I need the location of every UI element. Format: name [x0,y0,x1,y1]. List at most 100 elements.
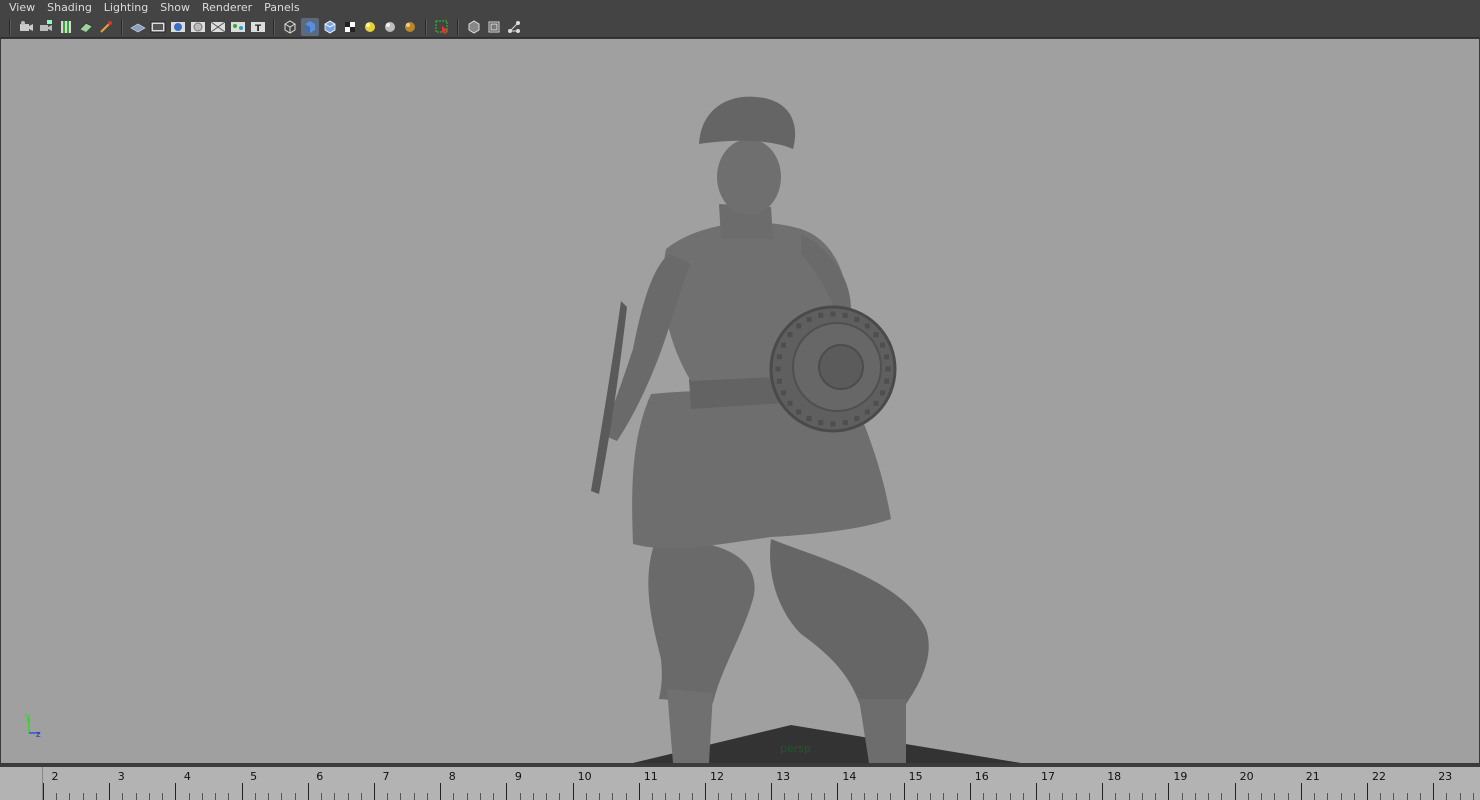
frame-tick-mark [506,783,508,800]
default-light-icon [362,19,378,35]
textured-button[interactable] [341,18,359,36]
xray-components-icon [506,19,522,35]
all-lights-button[interactable] [381,18,399,36]
safe-title-button[interactable]: T [249,18,267,36]
subframe-tick [1128,793,1130,800]
subframe-tick [1261,793,1263,800]
warrior-sculpt-model[interactable] [1,39,1480,764]
camera-select-icon [18,19,34,35]
wireframe-button[interactable] [281,18,299,36]
subframe-tick [1075,793,1077,800]
film-gate-button[interactable] [149,18,167,36]
gate-mask-button[interactable] [189,18,207,36]
frame-tick-mark [440,783,442,800]
shield-stud [854,416,860,422]
subframe-tick [824,793,826,800]
smooth-shade-button[interactable] [301,17,319,36]
perspective-viewport[interactable]: y z persp [0,38,1480,764]
frame-tick-mark [638,783,640,800]
frame-tick-mark [43,783,44,800]
subframe-tick [757,793,759,800]
frame-number: 4 [183,770,191,783]
gate-mask-icon [190,19,206,35]
frame-tick-mark [109,783,111,800]
subframe-tick [585,793,587,800]
subframe-tick [135,793,137,800]
subframe-tick [69,793,71,800]
subframe-tick [162,793,164,800]
subframe-tick [122,793,124,800]
menu-panels[interactable]: Panels [259,0,306,16]
axis-y-label: y [25,712,31,722]
camera-name-label: persp [780,742,811,755]
subframe-tick [82,793,84,800]
image-plane-button[interactable] [77,18,95,36]
xray-button[interactable] [465,18,483,36]
field-chart-button[interactable] [209,18,227,36]
xray-icon [466,19,482,35]
menu-renderer[interactable]: Renderer [197,0,259,16]
frame-number: 9 [514,770,522,783]
subframe-tick [625,793,627,800]
safe-action-button[interactable] [229,18,247,36]
shield-stud [787,400,793,406]
menu-shading[interactable]: Shading [42,0,99,16]
camera-select-button[interactable] [17,18,35,36]
shield-stud [864,323,870,329]
subframe-tick [188,793,190,800]
subframe-tick [479,793,481,800]
safe-title-icon: T [250,19,266,35]
shield-stud [806,416,812,422]
subframe-tick [1155,793,1157,800]
isolate-select-button[interactable] [433,18,451,36]
subframe-tick [784,793,786,800]
subframe-tick [1062,793,1064,800]
shield-stud [830,421,836,427]
frame-number: 19 [1173,770,1188,783]
safe-action-icon [230,19,246,35]
time-slider[interactable]: 2 3 4 5 6 7 8 9 10 11 12 13 14 15 16 17 18 19 20 21 22 23 [0,764,1480,800]
subframe-tick [678,793,680,800]
subframe-tick [943,793,945,800]
menu-show[interactable]: Show [155,0,197,16]
shadows-button[interactable] [401,18,419,36]
menu-lighting[interactable]: Lighting [99,0,155,16]
camera-attributes-button[interactable] [37,18,55,36]
shield-stud [818,312,824,318]
grid-button[interactable] [129,18,147,36]
wireframe-on-shaded-button[interactable] [321,18,339,36]
xray-joints-icon [486,19,502,35]
subframe-tick [294,793,296,800]
frame-tick-mark [1102,783,1104,800]
shield-stud [796,323,802,329]
frame-tick-mark [374,783,375,800]
subframe-tick [493,793,495,800]
xray-components-button[interactable] [505,18,523,36]
subframe-tick [56,793,58,800]
menu-view[interactable]: View [4,0,42,16]
frame-number: 2 [51,770,59,783]
shield-stud [830,311,836,317]
grease-pencil-button[interactable] [97,18,115,36]
subframe-tick [228,793,230,800]
subframe-tick [1459,793,1461,800]
shield-stud [796,409,802,415]
shield-stud [818,420,824,426]
frame-number: 20 [1239,770,1254,783]
bookmark-button[interactable] [57,18,75,36]
resolution-gate-button[interactable] [169,18,187,36]
frame-number: 5 [250,770,258,783]
subframe-tick [466,793,468,800]
frame-number: 15 [908,770,923,783]
subframe-tick [599,793,601,800]
xray-joints-button[interactable] [485,18,503,36]
default-light-button[interactable] [361,18,379,36]
frame-tick-mark [1300,783,1302,800]
subframe-tick [1314,793,1316,800]
grease-pencil-icon [98,19,114,35]
frame-number: 16 [974,770,989,783]
shield-stud [780,390,786,396]
subframe-tick [1353,793,1355,800]
shield-stud [880,342,886,348]
field-chart-icon [210,19,226,35]
